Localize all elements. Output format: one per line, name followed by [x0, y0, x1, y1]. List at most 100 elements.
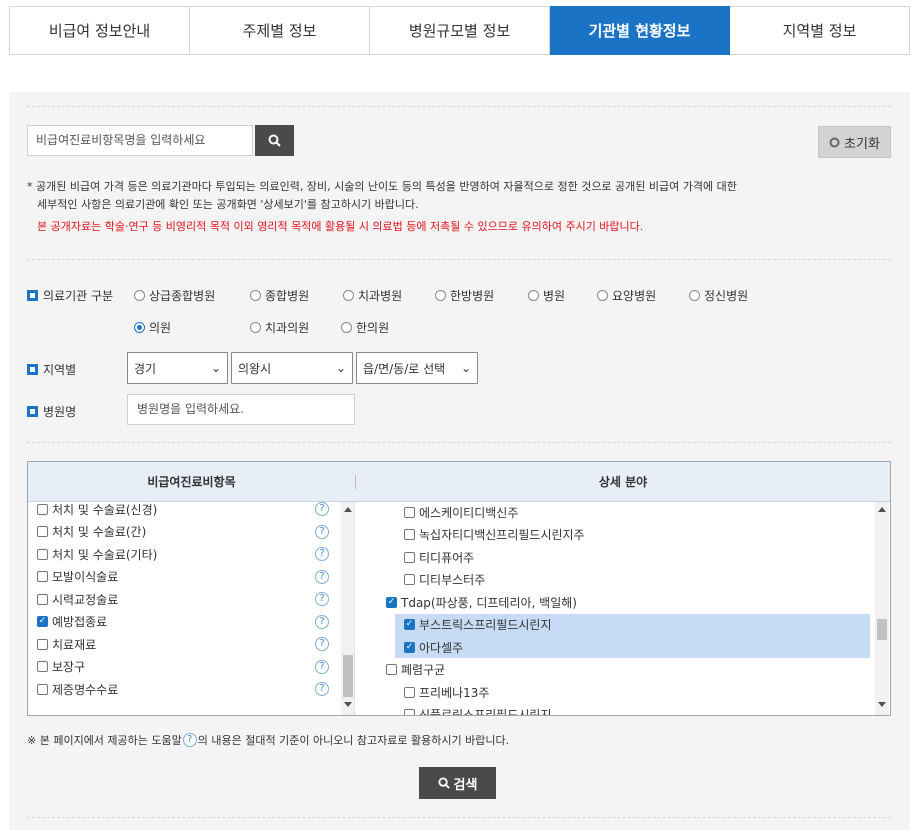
item-label: 처치 및 수술료(간): [52, 525, 147, 539]
radio-circle: [134, 322, 145, 333]
institution-radio[interactable]: 정신병원: [689, 287, 748, 304]
scroll-up-icon[interactable]: [878, 507, 886, 512]
institution-radio[interactable]: 요양병원: [597, 287, 656, 304]
checkbox[interactable]: [37, 526, 48, 537]
radio-label: 치과의원: [265, 321, 310, 335]
detail-checkbox-row[interactable]: 아다셀주: [404, 636, 463, 658]
tab-by-hospital-size[interactable]: 병원규모별 정보: [370, 6, 550, 55]
help-question-icon[interactable]: ?: [315, 614, 329, 629]
item-checkbox-row[interactable]: 처치 및 수술료(기타): [37, 543, 157, 565]
item-checkbox-row[interactable]: 처치 및 수술료(간): [37, 521, 146, 543]
detail-checkbox-row[interactable]: 티디퓨어주: [404, 546, 474, 568]
radio-circle: [343, 290, 354, 301]
institution-radio[interactable]: 치과병원: [343, 287, 402, 304]
item-search-button[interactable]: [255, 125, 294, 156]
item-checkbox-row[interactable]: 보장구: [37, 656, 85, 678]
detail-checkbox-row[interactable]: 녹십자티디백신프리필드시린지주: [404, 524, 585, 546]
item-checkbox-row[interactable]: 시력교정술료: [37, 588, 118, 610]
checkbox[interactable]: [37, 661, 48, 672]
institution-radio[interactable]: 병원: [528, 287, 565, 304]
checkbox[interactable]: [37, 571, 48, 582]
detail-checkbox-row[interactable]: 디티부스터주: [404, 569, 485, 591]
tab-by-topic[interactable]: 주제별 정보: [190, 6, 370, 55]
divider: [27, 106, 891, 107]
bullet-icon: [27, 290, 38, 301]
item-checkbox-row[interactable]: 모발이식술료: [37, 566, 118, 588]
checkbox[interactable]: [404, 619, 415, 630]
hospital-name-input[interactable]: 병원명을 입력하세요.: [127, 394, 355, 425]
detail-label: 디티부스터주: [419, 573, 486, 587]
help-question-icon[interactable]: ?: [315, 659, 329, 674]
institution-radio[interactable]: 치과의원: [250, 319, 309, 336]
search-submit-button[interactable]: 검색: [419, 767, 496, 799]
divider: [27, 817, 891, 818]
refresh-icon: [829, 137, 840, 147]
tab-nonpay-info[interactable]: 비급여 정보안내: [9, 6, 190, 55]
checkbox[interactable]: [404, 641, 415, 653]
checkbox[interactable]: [37, 503, 48, 515]
item-list[interactable]: 처치 및 수술료(신경)? 처치 및 수술료(간)? 처치 및 수술료(기타)? 모발…: [28, 502, 355, 715]
item-checkbox-row[interactable]: 치료재료: [37, 633, 96, 655]
scroll-thumb[interactable]: [877, 619, 887, 640]
detail-checkbox-row[interactable]: 신플로릭스프리필드시린지: [404, 704, 551, 715]
bullet-icon: [27, 364, 38, 375]
help-question-icon[interactable]: ?: [315, 502, 329, 516]
help-question-icon[interactable]: ?: [315, 524, 329, 539]
checkbox[interactable]: [404, 574, 415, 585]
detail-checkbox-row[interactable]: 폐렴구균: [386, 659, 445, 681]
price-notice: * 공개된 비급여 가격 등은 의료기관마다 투입되는 의료인력, 장비, 시술…: [27, 178, 887, 214]
item-checkbox-row[interactable]: 제증명수수료: [37, 678, 118, 700]
radio-circle: [689, 290, 700, 301]
institution-radio[interactable]: 상급종합병원: [134, 287, 215, 304]
item-checkbox-row[interactable]: 처치 및 수술료(신경): [37, 502, 157, 520]
help-question-icon[interactable]: ?: [315, 592, 329, 606]
town-select[interactable]: 읍/면/동/로 선택 ⌄: [356, 352, 478, 384]
right-scrollbar[interactable]: [875, 502, 889, 715]
help-question-icon[interactable]: ?: [315, 637, 329, 651]
item-checkbox-row[interactable]: 예방접종료: [37, 611, 107, 633]
detail-label: 부스트릭스프리필드시린지: [419, 618, 552, 632]
help-question-icon[interactable]: ?: [315, 569, 329, 584]
checkbox[interactable]: [37, 616, 48, 627]
detail-checkbox-row[interactable]: 프리베나13주: [404, 681, 489, 703]
city-select[interactable]: 의왕시 ⌄: [231, 352, 353, 384]
checkbox[interactable]: [404, 686, 415, 698]
left-scrollbar[interactable]: [341, 502, 354, 715]
scroll-down-icon[interactable]: [344, 702, 352, 707]
radio-label: 요양병원: [612, 289, 657, 303]
scroll-up-icon[interactable]: [344, 507, 352, 512]
tab-by-institution[interactable]: 기관별 현황정보: [550, 6, 730, 55]
help-question-icon[interactable]: ?: [315, 682, 329, 696]
item-label: 치료재료: [52, 637, 97, 652]
checkbox[interactable]: [386, 664, 397, 675]
province-select[interactable]: 경기 ⌄: [127, 352, 228, 384]
reset-button[interactable]: 초기화: [818, 126, 891, 158]
detail-checkbox-row[interactable]: 에스케이티디백신주: [404, 502, 518, 523]
institution-radio[interactable]: 종합병원: [250, 287, 309, 304]
checkbox[interactable]: [37, 638, 48, 650]
institution-type-label: 의료기관 구분: [27, 287, 113, 304]
radio-label: 정신병원: [704, 289, 749, 303]
institution-radio[interactable]: 의원: [134, 319, 171, 336]
tab-by-region[interactable]: 지역별 정보: [730, 6, 910, 55]
checkbox[interactable]: [404, 506, 415, 518]
help-question-icon[interactable]: ?: [315, 547, 329, 561]
institution-radio[interactable]: 한의원: [341, 319, 389, 336]
checkbox[interactable]: [37, 593, 48, 605]
checkbox[interactable]: [37, 683, 48, 695]
radio-label: 의원: [149, 321, 172, 335]
checkbox[interactable]: [404, 529, 415, 540]
item-label: 처치 및 수술료(기타): [52, 547, 158, 562]
scroll-thumb[interactable]: [343, 655, 353, 697]
detail-checkbox-row[interactable]: Tdap(파상풍, 디프테리아, 백일해): [386, 591, 577, 613]
item-search-input[interactable]: 비급여진료비항목명을 입력하세요: [27, 125, 253, 156]
detail-checkbox-row[interactable]: 부스트릭스프리필드시린지: [404, 614, 551, 636]
scroll-down-icon[interactable]: [878, 702, 886, 707]
institution-radio[interactable]: 한방병원: [435, 287, 494, 304]
checkbox[interactable]: [386, 596, 397, 608]
checkbox[interactable]: [404, 709, 415, 715]
checkbox[interactable]: [37, 548, 48, 560]
detail-list[interactable]: 에스케이티디백신주녹십자티디백신프리필드시린지주티디퓨어주디티부스터주 Tdap(…: [356, 502, 890, 715]
detail-label: 아다셀주: [419, 640, 464, 655]
checkbox[interactable]: [404, 551, 415, 563]
